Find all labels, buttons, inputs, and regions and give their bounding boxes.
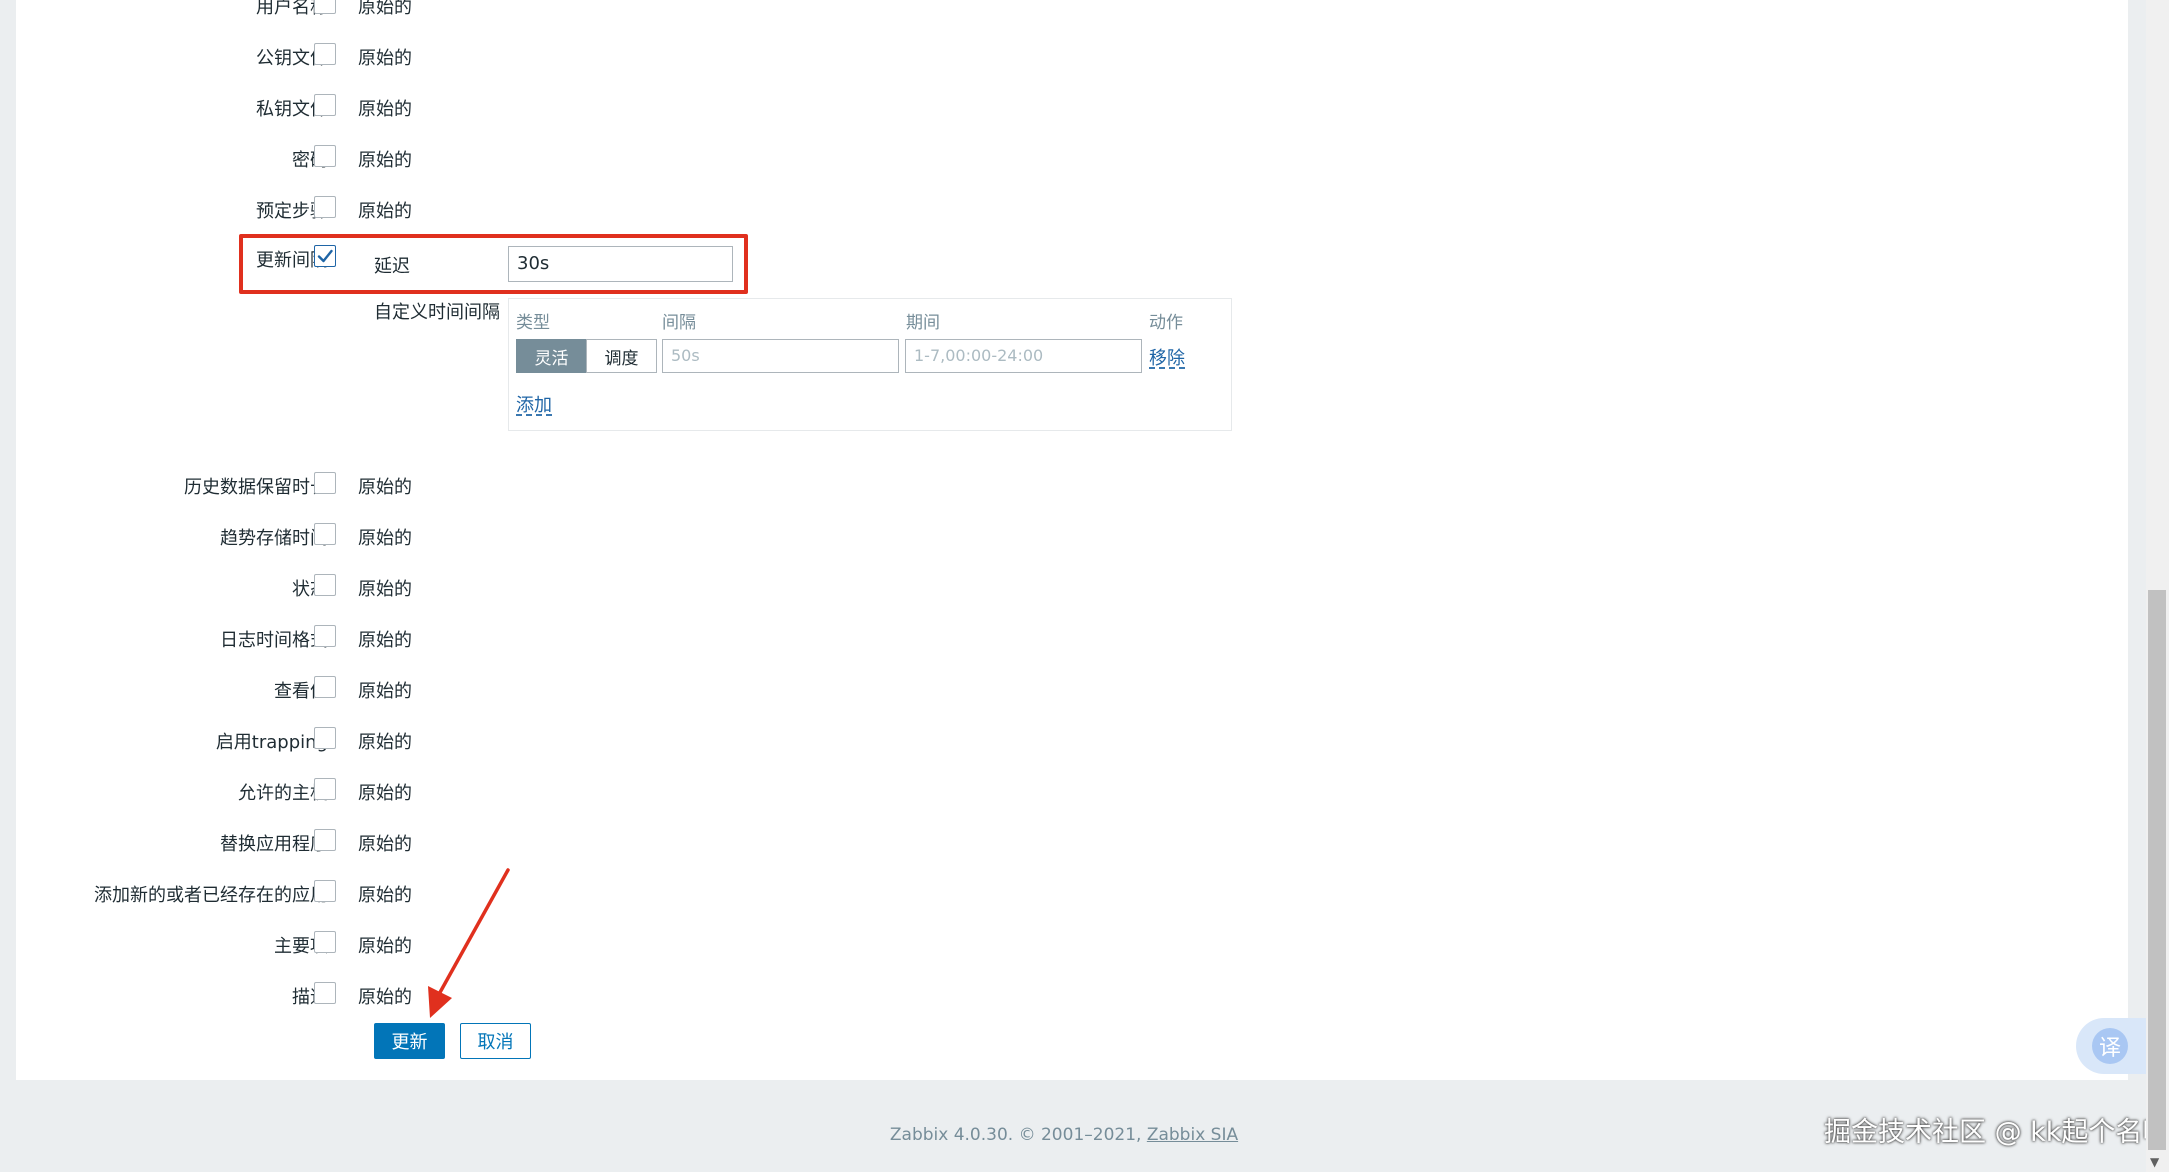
row-checkbox[interactable]: [314, 523, 336, 545]
row-label: 启用trapping: [215, 732, 328, 753]
row-checkbox[interactable]: [314, 145, 336, 167]
row-private-key: 私钥文件 原始的: [16, 88, 2128, 128]
row-checkbox[interactable]: [314, 94, 336, 116]
row-checkbox[interactable]: [314, 829, 336, 851]
row-value: 原始的: [358, 630, 412, 651]
row-label: 日志时间格式: [220, 630, 328, 651]
row-value: 原始的: [358, 885, 412, 906]
row-checkbox[interactable]: [314, 982, 336, 1004]
row-password: 密码 原始的: [16, 139, 2128, 179]
delay-label: 延迟: [374, 256, 410, 277]
row-checkbox[interactable]: [314, 0, 336, 14]
annotation-arrow-icon: [428, 868, 510, 1018]
scroll-down-icon[interactable]: ▼: [2150, 1155, 2159, 1169]
row-enable-trapping: 启用trapping 原始的: [16, 721, 2128, 761]
type-flexible-button[interactable]: 灵活: [516, 339, 587, 373]
row-value: 原始的: [358, 528, 412, 549]
row-value: 原始的: [358, 477, 412, 498]
row-username: 用户名称 原始的: [16, 0, 2128, 26]
row-value: 原始的: [358, 783, 412, 804]
remove-link[interactable]: 移除: [1149, 344, 1185, 370]
row-public-key: 公钥文件 原始的: [16, 37, 2128, 77]
row-description: 描述 原始的: [16, 976, 2128, 1016]
delay-input[interactable]: 30s: [508, 246, 733, 282]
row-value: 原始的: [358, 150, 412, 171]
row-value: 原始的: [358, 681, 412, 702]
row-show-value: 查看值 原始的: [16, 670, 2128, 710]
row-value: 原始的: [358, 48, 412, 69]
row-checkbox[interactable]: [314, 43, 336, 65]
custom-intervals-label: 自定义时间间隔: [374, 302, 500, 323]
row-label: 趋势存储时间: [220, 528, 328, 549]
translate-icon: 译: [2092, 1028, 2128, 1064]
row-checkbox[interactable]: [314, 880, 336, 902]
row-checkbox[interactable]: [314, 472, 336, 494]
row-value: 原始的: [358, 834, 412, 855]
update-button[interactable]: 更新: [374, 1023, 445, 1059]
row-value: 原始的: [358, 201, 412, 222]
translate-button[interactable]: 译: [2076, 1018, 2146, 1074]
row-value: 原始的: [358, 99, 412, 120]
column-period: 期间: [906, 313, 940, 333]
row-replace-applications: 替换应用程序 原始的: [16, 823, 2128, 863]
type-scheduling-button[interactable]: 调度: [586, 339, 657, 373]
row-log-time-format: 日志时间格式 原始的: [16, 619, 2128, 659]
row-checkbox[interactable]: [314, 574, 336, 596]
row-label: 替换应用程序: [220, 834, 328, 855]
row-checkbox[interactable]: [314, 727, 336, 749]
row-allowed-hosts: 允许的主机 原始的: [16, 772, 2128, 812]
row-value: 原始的: [358, 732, 412, 753]
row-value: 原始的: [358, 936, 412, 957]
interval-input[interactable]: 50s: [662, 339, 899, 373]
cancel-button[interactable]: 取消: [460, 1023, 531, 1059]
row-checkbox[interactable]: [314, 196, 336, 218]
watermark: 掘金技术社区 @ kk起个名吧: [1824, 1117, 2169, 1148]
column-type: 类型: [516, 313, 550, 333]
footer-link[interactable]: Zabbix SIA: [1147, 1125, 1238, 1145]
footer: Zabbix 4.0.30. © 2001–2021, Zabbix SIA: [0, 1125, 2128, 1145]
row-status: 状态 原始的: [16, 568, 2128, 608]
row-trends: 趋势存储时间 原始的: [16, 517, 2128, 557]
row-label: 添加新的或者已经存在的应用: [94, 885, 328, 906]
column-interval: 间隔: [662, 313, 696, 333]
row-preprocessing: 预定步骤 原始的: [16, 190, 2128, 230]
row-add-applications: 添加新的或者已经存在的应用 原始的: [16, 874, 2128, 914]
scrollbar-thumb[interactable]: [2148, 590, 2166, 1150]
column-action: 动作: [1149, 313, 1183, 333]
row-value: 原始的: [358, 987, 412, 1008]
row-checkbox[interactable]: [314, 676, 336, 698]
row-history: 历史数据保留时长 原始的: [16, 466, 2128, 506]
row-value: 原始的: [358, 0, 412, 18]
footer-text: Zabbix 4.0.30. © 2001–2021,: [889, 1125, 1147, 1145]
row-checkbox[interactable]: [314, 778, 336, 800]
period-input[interactable]: 1-7,00:00-24:00: [905, 339, 1142, 373]
row-label: 历史数据保留时长: [184, 477, 328, 498]
row-master-item: 主要项 原始的: [16, 925, 2128, 965]
row-checkbox[interactable]: [314, 625, 336, 647]
form-panel: 用户名称 原始的 公钥文件 原始的 私钥文件 原始的 密码 原始的 预定步骤 原…: [16, 0, 2128, 1080]
row-checkbox[interactable]: [314, 931, 336, 953]
add-link[interactable]: 添加: [516, 391, 552, 417]
row-value: 原始的: [358, 579, 412, 600]
